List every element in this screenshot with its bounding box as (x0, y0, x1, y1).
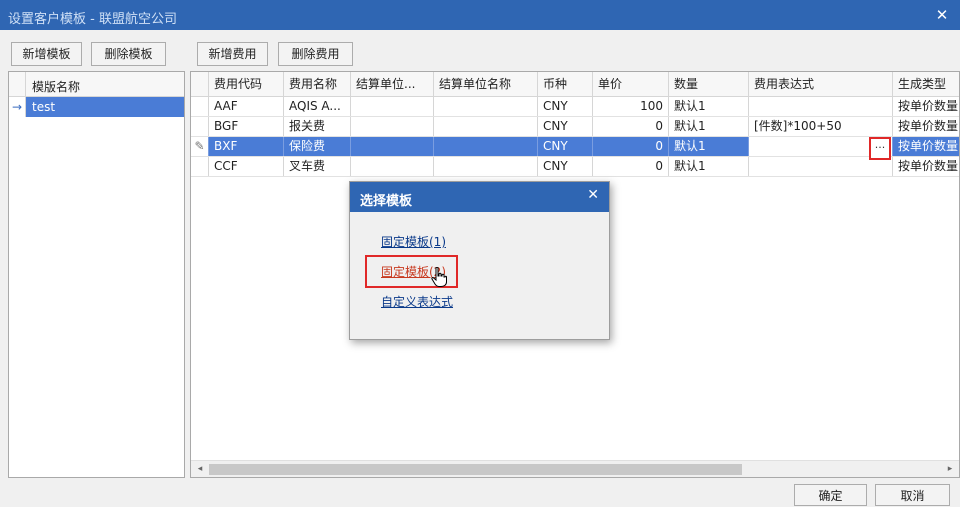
quantity-cell[interactable]: 默认1 (669, 117, 749, 136)
settlement-unit-name-cell[interactable] (434, 157, 538, 176)
column-header-fee-name[interactable]: 费用名称 (284, 72, 351, 96)
settlement-unit-name-cell[interactable] (434, 117, 538, 136)
template-list-panel: 模版名称 → test (8, 71, 185, 478)
fee-expression-cell[interactable] (749, 97, 893, 116)
dialog-titlebar: 选择模板 ✕ (350, 182, 609, 212)
settlement-unit-name-cell[interactable] (434, 97, 538, 116)
expression-ellipsis-button[interactable]: ··· (869, 137, 891, 160)
column-header-fee-code[interactable]: 费用代码 (209, 72, 284, 96)
generation-type-cell[interactable]: 按单价数量 (893, 157, 959, 176)
template-name-column-header[interactable]: 模版名称 (32, 78, 80, 95)
fee-code-cell[interactable]: BGF (209, 117, 284, 136)
fee-name-cell[interactable]: 报关费 (284, 117, 351, 136)
generation-type-cell[interactable]: 按单价数量 (893, 97, 959, 116)
select-template-dialog: 选择模板 ✕ 固定模板(1) 固定模板(2) 自定义表达式 (349, 181, 610, 340)
currency-cell[interactable]: CNY (538, 97, 593, 116)
unit-price-cell[interactable]: 0 (593, 137, 669, 156)
dialog-close-icon[interactable]: ✕ (587, 187, 599, 203)
row-indicator-header (9, 72, 26, 97)
fee-grid-row[interactable]: BGF 报关费 CNY 0 默认1 [件数]*100+50 按单价数量 (191, 117, 959, 137)
currency-cell[interactable]: CNY (538, 157, 593, 176)
ok-button[interactable]: 确定 (794, 484, 867, 506)
window-title: 设置客户模板 - 联盟航空公司 (8, 12, 177, 27)
fee-code-cell[interactable]: BXF (209, 137, 284, 156)
fee-name-cell[interactable]: AQIS A... (284, 97, 351, 116)
window-close-icon[interactable]: ✕ (932, 5, 952, 25)
add-fee-button[interactable]: 新增费用 (197, 42, 268, 66)
currency-cell[interactable]: CNY (538, 137, 593, 156)
unit-price-cell[interactable]: 0 (593, 117, 669, 136)
generation-type-cell[interactable]: 按单价数量 (893, 117, 959, 136)
add-template-button[interactable]: 新增模板 (11, 42, 82, 66)
template-name-cell[interactable]: test (32, 100, 55, 114)
column-header-currency[interactable]: 币种 (538, 72, 593, 96)
template-list-header: 模版名称 (9, 72, 184, 97)
row-indicator[interactable] (191, 97, 209, 116)
generation-type-cell[interactable]: 按单价数量 (893, 137, 959, 156)
quantity-cell[interactable]: 默认1 (669, 137, 749, 156)
unit-price-cell[interactable]: 100 (593, 97, 669, 116)
scrollbar-thumb[interactable] (209, 464, 742, 475)
column-header-settlement-unit[interactable]: 结算单位... (351, 72, 434, 96)
row-indicator[interactable] (191, 157, 209, 176)
fee-expression-cell[interactable]: [件数]*100+50 (749, 117, 893, 136)
column-header-settlement-unit-name[interactable]: 结算单位名称 (434, 72, 538, 96)
settlement-unit-cell[interactable] (351, 97, 434, 116)
window-titlebar: 设置客户模板 - 联盟航空公司 ✕ (0, 0, 960, 30)
edit-pencil-icon[interactable]: ✎ (191, 137, 209, 156)
settlement-unit-name-cell[interactable] (434, 137, 538, 156)
scroll-left-icon[interactable]: ◂ (193, 463, 207, 476)
fee-code-cell[interactable]: CCF (209, 157, 284, 176)
fixed-template-1-link[interactable]: 固定模板(1) (381, 233, 446, 250)
settlement-unit-cell[interactable] (351, 157, 434, 176)
template-row[interactable]: → test (9, 97, 184, 117)
quantity-cell[interactable]: 默认1 (669, 157, 749, 176)
settlement-unit-cell[interactable] (351, 137, 434, 156)
fee-grid-row[interactable]: CCF 叉车费 CNY 0 默认1 按单价数量 (191, 157, 959, 177)
unit-price-cell[interactable]: 0 (593, 157, 669, 176)
custom-expression-link[interactable]: 自定义表达式 (381, 293, 453, 310)
horizontal-scrollbar[interactable]: ◂ ▸ (191, 460, 959, 477)
row-pointer-icon: → (9, 97, 26, 117)
fee-grid-header: 费用代码 费用名称 结算单位... 结算单位名称 币种 单价 数量 费用表达式 … (191, 72, 959, 97)
quantity-cell[interactable]: 默认1 (669, 97, 749, 116)
column-header-fee-expression[interactable]: 费用表达式 (749, 72, 893, 96)
scroll-right-icon[interactable]: ▸ (943, 463, 957, 476)
delete-template-button[interactable]: 删除模板 (91, 42, 166, 66)
delete-fee-button[interactable]: 删除费用 (278, 42, 353, 66)
row-indicator[interactable] (191, 117, 209, 136)
row-indicator-header (191, 72, 209, 96)
fee-grid-row-selected[interactable]: ✎ BXF 保险费 CNY 0 默认1 按单价数量 (191, 137, 959, 157)
column-header-quantity[interactable]: 数量 (669, 72, 749, 96)
fee-code-cell[interactable]: AAF (209, 97, 284, 116)
dialog-title: 选择模板 (360, 194, 413, 209)
fee-grid-row[interactable]: AAF AQIS A... CNY 100 默认1 按单价数量 (191, 97, 959, 117)
column-header-generation-type[interactable]: 生成类型 (893, 72, 959, 96)
hand-cursor-icon (431, 267, 447, 287)
settlement-unit-cell[interactable] (351, 117, 434, 136)
cancel-button[interactable]: 取消 (875, 484, 950, 506)
fee-name-cell[interactable]: 叉车费 (284, 157, 351, 176)
fee-name-cell[interactable]: 保险费 (284, 137, 351, 156)
column-header-unit-price[interactable]: 单价 (593, 72, 669, 96)
currency-cell[interactable]: CNY (538, 117, 593, 136)
